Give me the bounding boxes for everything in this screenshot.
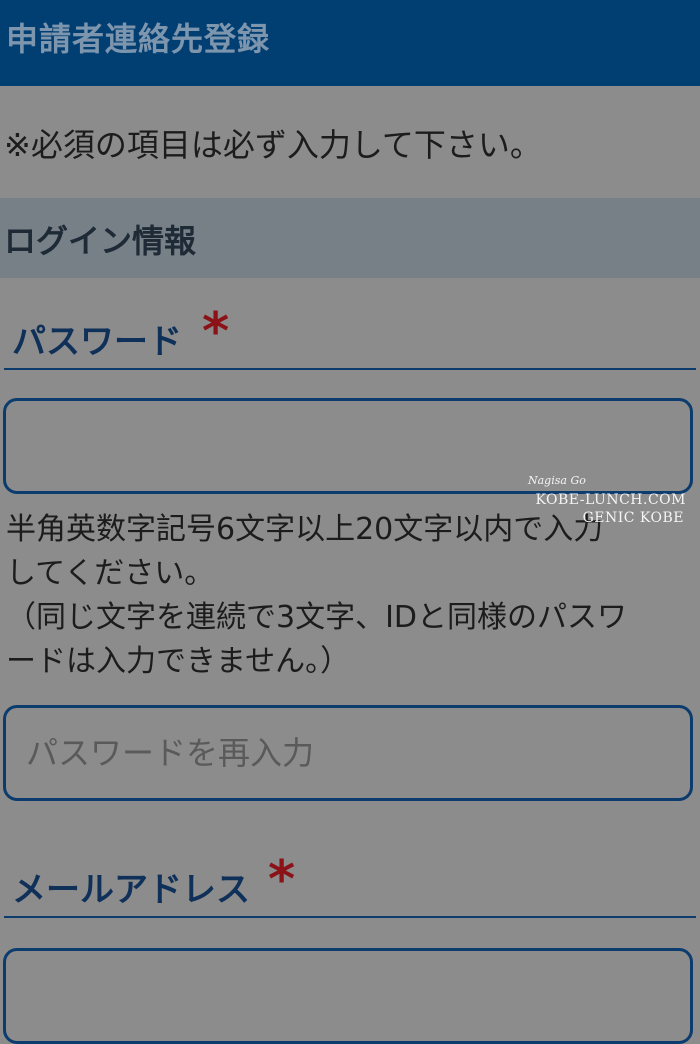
email-label: メールアドレス * [12, 850, 295, 911]
help-line: してください。 [6, 556, 215, 591]
app-header: 申請者連絡先登録 [0, 0, 700, 86]
page-title: 申請者連絡先登録 [6, 20, 271, 58]
watermark-line1: KOBE-LUNCH.COM [535, 492, 686, 508]
help-line: ードは入力できません。） [6, 644, 351, 679]
required-asterisk-icon: * [202, 302, 230, 362]
password-help-text: 半角英数字記号6文字以上20文字以内で入力 してください。 （同じ文字を連続で3… [6, 508, 700, 684]
section-title: ログイン情報 [4, 222, 197, 260]
password-input[interactable] [3, 398, 693, 494]
watermark-line2: GENIC KOBE [582, 510, 684, 526]
section-login-info: ログイン情報 [0, 198, 700, 278]
watermark-signature: Nagisa Go [528, 474, 586, 487]
help-line: （同じ文字を連続で3文字、IDと同様のパスワ [6, 600, 628, 635]
email-label-text: メールアドレス [12, 870, 250, 910]
password-label-divider [4, 368, 696, 370]
email-label-divider [4, 916, 696, 918]
password-confirm-input[interactable]: パスワードを再入力 [3, 705, 693, 801]
required-notice: ※必須の項目は必ず入力して下さい。 [4, 126, 542, 164]
password-confirm-placeholder: パスワードを再入力 [26, 734, 315, 772]
email-input[interactable] [3, 948, 693, 1044]
required-asterisk-icon: * [268, 850, 296, 910]
password-label: パスワード * [12, 302, 229, 363]
password-label-text: パスワード [12, 322, 182, 362]
